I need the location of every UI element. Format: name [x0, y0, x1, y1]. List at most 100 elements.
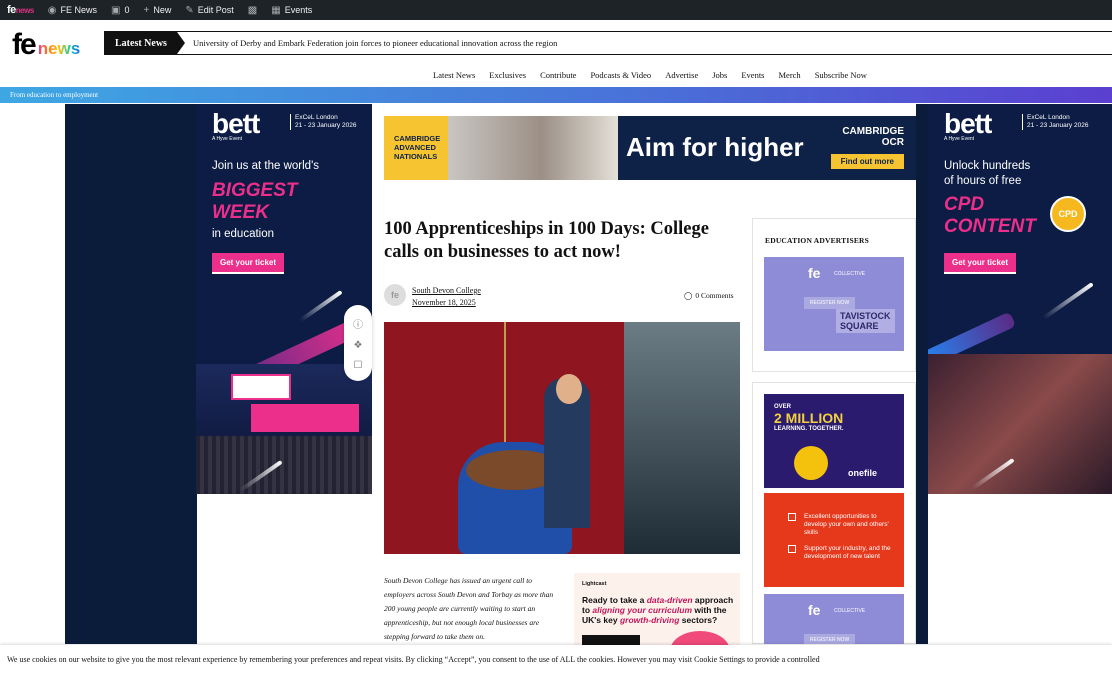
admin-edit-label: Edit Post [197, 5, 234, 15]
bett-ad-left[interactable]: bett A Hyve Event ExCeL London 21 - 23 Ja… [196, 104, 372, 494]
checkbox-icon [788, 545, 796, 553]
content-word: CONTENT [944, 216, 1036, 237]
register-now-button[interactable]: REGISTER NOW [804, 297, 856, 309]
tavistock-sign: TAVISTOCK SQUARE [836, 309, 895, 333]
register-now-button-2[interactable]: REGISTER NOW [804, 634, 856, 644]
comment-bubble-icon: ◯ [684, 291, 693, 300]
facebook-icon[interactable]: ⓘ [353, 316, 363, 331]
admin-comments[interactable]: ▣ 0 [104, 0, 136, 20]
onefile-logo: onefile [848, 468, 878, 478]
dashboard-icon: ◉ [47, 4, 57, 16]
get-ticket-button[interactable]: Get your ticket [212, 253, 285, 274]
nav-jobs[interactable]: Jobs [705, 70, 734, 80]
pencil-icon: ✎ [185, 4, 194, 16]
bett-ad-right[interactable]: bett A Hyve Event ExCeL London 21 - 23 Ja… [928, 104, 1112, 494]
fisher-head [556, 374, 582, 404]
ocr-line-1: CAMBRIDGE [842, 126, 904, 137]
admin-site-name: FE News [60, 5, 98, 15]
ticker-headline[interactable]: University of Derby and Embark Federatio… [177, 38, 557, 48]
lightcast-logo: Lightcast [582, 581, 607, 587]
stage-photo [196, 364, 372, 494]
lightcast-headline: Ready to take a data-driven approach to … [582, 595, 734, 625]
main-nav: Latest News Exclusives Contribute Podcas… [426, 70, 874, 80]
venue-name: ExCeL London [295, 114, 338, 121]
right-line-b: of hours of free [944, 175, 1022, 187]
venue-dates: 21 - 23 January 2026 [295, 122, 357, 129]
banner-headline: Aim for higher [626, 132, 804, 162]
nav-advertise[interactable]: Advertise [658, 70, 705, 80]
nav-subscribe[interactable]: Subscribe Now [808, 70, 874, 80]
fe-collective-logo: fe [808, 265, 821, 281]
banner-student-photo [448, 116, 618, 180]
publish-date[interactable]: November 18, 2025 [412, 297, 481, 309]
bett-right-big-text: CPD CONTENT [944, 194, 1036, 238]
cam-line-3: NATIONALS [394, 152, 438, 161]
fe-collective-ad-1[interactable]: fe COLLECTIVE REGISTER NOW TAVISTOCK SQUA… [764, 257, 904, 351]
get-ticket-button-right[interactable]: Get your ticket [944, 253, 1017, 274]
opportunity-item-2: Support your industry, and the developme… [804, 545, 891, 560]
nav-contribute[interactable]: Contribute [533, 70, 583, 80]
hyve-event-label: A Hyve Event [212, 136, 243, 142]
author-avatar[interactable]: fe [384, 284, 406, 306]
yoast-icon: ▩ [247, 4, 258, 16]
fe-collective-ad-2[interactable]: fe COLLECTIVE REGISTER NOW [764, 594, 904, 644]
lightcast-ad[interactable]: Lightcast Ready to take a data-driven ap… [574, 573, 740, 645]
onefile-million: 2 MILLION [774, 410, 844, 426]
big-word-2: WEEK [212, 202, 269, 223]
ticker-label: Latest News [105, 32, 185, 54]
cookie-text: We use cookies on our website to give yo… [7, 655, 820, 664]
copy-link-icon[interactable]: ☐ [354, 360, 363, 371]
lc-em2: aligning your curriculum [592, 605, 693, 615]
site-header: fe news Latest News University of Derby … [0, 20, 1112, 86]
right-skin [916, 104, 928, 644]
nav-exclusives[interactable]: Exclusives [482, 70, 533, 80]
cookie-consent-bar: We use cookies on our website to give yo… [0, 645, 1112, 673]
nav-podcasts[interactable]: Podcasts & Video [583, 70, 658, 80]
onefile-tagline: LEARNING. TOGETHER. [774, 426, 844, 432]
logo-news: news [37, 39, 81, 58]
bett-line-2: in education [212, 228, 275, 240]
sign-line-2: SQUARE [840, 321, 879, 331]
site-logo[interactable]: fe news [12, 28, 80, 62]
lc-t4: sectors? [679, 615, 718, 625]
author-link[interactable]: South Devon College [412, 285, 481, 297]
admin-site-logo[interactable]: fenews [0, 0, 41, 20]
nav-merch[interactable]: Merch [772, 70, 808, 80]
twitter-icon[interactable]: ❖ [354, 340, 363, 351]
article-excerpt: South Devon College has issued an urgent… [384, 576, 554, 641]
admin-events[interactable]: ▦ Events [264, 0, 319, 20]
fe-news-logo-icon: fenews [7, 4, 34, 16]
comet-decoration-right [1042, 282, 1094, 320]
left-skin [65, 104, 197, 644]
lc-em1: data-driven [646, 595, 693, 605]
admin-new[interactable]: + New [137, 0, 179, 20]
cpd-word: CPD [944, 194, 985, 215]
admin-edit-post[interactable]: ✎ Edit Post [178, 0, 240, 20]
nav-events[interactable]: Events [734, 70, 771, 80]
calendar-icon: ▦ [271, 4, 281, 16]
nav-latest-news[interactable]: Latest News [426, 70, 482, 80]
comments-count: 0 Comments [695, 291, 734, 300]
lc-t1: Ready to take a [582, 595, 647, 605]
comments-link[interactable]: ◯ 0 Comments [684, 291, 734, 300]
plus-icon: + [143, 4, 150, 16]
lightcast-graphic [670, 631, 730, 645]
bett-venue-right: ExCeL London 21 - 23 January 2026 [1022, 114, 1088, 130]
comet-decoration [299, 290, 343, 322]
collective-label-2: COLLECTIVE [834, 608, 866, 614]
onefile-ad[interactable]: OVER 2 MILLION LEARNING. TOGETHER. onefi… [764, 394, 904, 488]
bett-line-1: Join us at the world's [212, 160, 320, 172]
sign-line-1: TAVISTOCK [840, 311, 891, 321]
venue-name-right: ExCeL London [1027, 114, 1070, 121]
cam-line-1: CAMBRIDGE [394, 134, 441, 143]
lightcast-cta-button[interactable] [582, 635, 640, 645]
widget-heading: EDUCATION ADVERTISERS [765, 236, 870, 245]
admin-yoast[interactable]: ▩ [241, 0, 264, 20]
cam-line-2: ADVANCED [394, 143, 436, 152]
admin-site-link[interactable]: ◉ FE News [41, 0, 104, 20]
comment-icon: ▣ [111, 4, 121, 16]
opportunities-ad[interactable]: Excellent opportunities to develop your … [764, 493, 904, 587]
cambridge-nationals-block: CAMBRIDGE ADVANCED NATIONALS [384, 116, 448, 180]
find-out-more-button[interactable]: Find out more [830, 154, 904, 169]
cambridge-ocr-banner[interactable]: CAMBRIDGE ADVANCED NATIONALS Aim for highe… [384, 116, 916, 180]
